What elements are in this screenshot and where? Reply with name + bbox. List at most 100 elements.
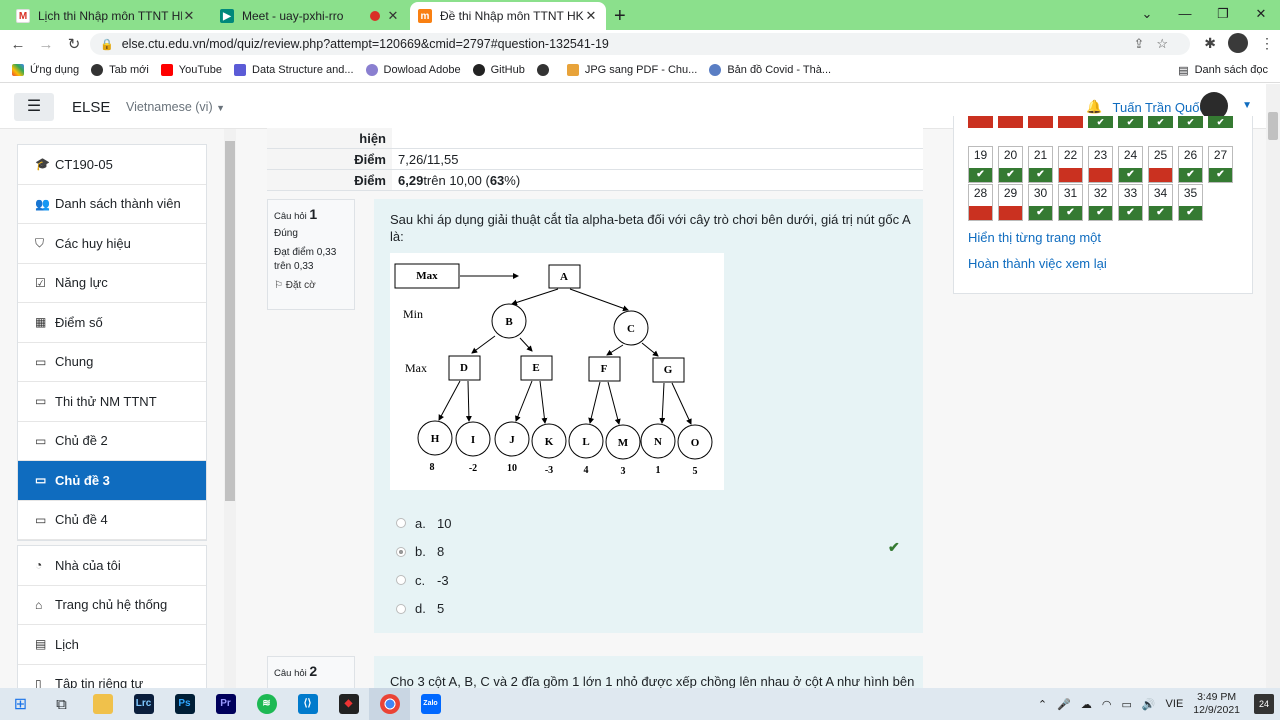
quiz-nav-button[interactable]: 32 ✔ — [1088, 184, 1113, 221]
quiz-nav-button[interactable] — [1028, 116, 1053, 128]
new-tab-button[interactable]: + — [614, 2, 626, 30]
browser-tab-2[interactable]: ▶ Meet - uay-pxhi-rro ✕ — [212, 2, 408, 30]
browser-tab-3[interactable]: m Đề thi Nhập môn TTNT HKI năm ✕ — [410, 2, 606, 30]
drawer-item[interactable]: ▭ Chủ đề 3 — [18, 461, 206, 501]
drawer-item[interactable]: ▭ Thi thử NM TTNT — [18, 382, 206, 422]
radio-button[interactable] — [396, 546, 406, 557]
drawer-item[interactable]: ▭ Chung — [18, 343, 206, 382]
chrome-button[interactable] — [369, 688, 410, 720]
page-scrollbar[interactable] — [1266, 84, 1280, 688]
url-field[interactable]: 🔒 else.ctu.edu.vn/mod/quiz/review.php?at… — [90, 33, 1190, 55]
close-window-button[interactable]: ✕ — [1242, 0, 1280, 28]
quiz-nav-button[interactable]: ✔ — [1148, 116, 1173, 128]
quiz-nav-button[interactable]: 27 ✔ — [1208, 146, 1233, 183]
user-menu[interactable]: 🔔 Tuấn Trần Quốc — [1086, 99, 1206, 115]
answer-option[interactable]: a. 10 — [396, 509, 451, 538]
garena-button[interactable]: ◆ — [328, 688, 369, 720]
bookmark-item[interactable]: Tab mới — [91, 64, 149, 76]
caret-down-icon[interactable]: ▼ — [1242, 100, 1252, 111]
drawer-item[interactable]: ▯ Tập tin riêng tư — [18, 665, 206, 688]
drawer-item[interactable]: ▭ Chủ đề 2 — [18, 422, 206, 461]
bookmark-item[interactable]: GitHub — [472, 64, 525, 76]
show-one-page-link[interactable]: Hiển thị từng trang một — [968, 230, 1101, 245]
radio-button[interactable] — [396, 518, 406, 529]
quiz-nav-button[interactable]: 34 ✔ — [1148, 184, 1173, 221]
quiz-nav-button[interactable]: ✔ — [1088, 116, 1113, 128]
drawer-item[interactable]: 👥 Danh sách thành viên — [18, 185, 206, 224]
bell-icon[interactable]: 🔔 — [1086, 99, 1102, 115]
radio-button[interactable] — [396, 603, 406, 614]
quiz-nav-button[interactable]: 23 — [1088, 146, 1113, 183]
quiz-nav-button[interactable] — [1058, 116, 1083, 128]
close-icon[interactable]: ✕ — [386, 8, 400, 24]
bookmark-item[interactable]: JPG sang PDF - Chu... — [566, 64, 697, 76]
task-view-button[interactable]: ⧉ — [41, 688, 82, 720]
quiz-nav-button[interactable] — [998, 116, 1023, 128]
bookmark-item[interactable]: Data Structure and... — [234, 64, 354, 76]
battery-icon[interactable]: ▭ — [1121, 698, 1131, 711]
quiz-nav-button[interactable]: 19 ✔ — [968, 146, 993, 183]
quiz-nav-button[interactable]: 30 ✔ — [1028, 184, 1053, 221]
drawer-item[interactable]: ▦ Điểm số — [18, 303, 206, 343]
quiz-nav-button[interactable]: 35 ✔ — [1178, 184, 1203, 221]
drawer-item[interactable]: ⛉ Các huy hiệu — [18, 224, 206, 264]
puzzle-icon[interactable]: ✱ — [1204, 35, 1216, 52]
quiz-nav-button[interactable]: 28 — [968, 184, 993, 221]
quiz-nav-button[interactable]: 33 ✔ — [1118, 184, 1143, 221]
vscode-button[interactable]: ⟨⟩ — [287, 688, 328, 720]
photoshop-button[interactable]: Ps — [164, 688, 205, 720]
bookmark-item[interactable]: YouTube — [160, 64, 222, 76]
bookmark-item[interactable] — [536, 64, 555, 76]
restore-button[interactable]: ❐ — [1204, 0, 1242, 28]
language-menu[interactable]: Vietnamese (vi) ▼ — [126, 100, 225, 114]
network-icon[interactable]: ◠ — [1102, 698, 1112, 711]
bookmark-apps[interactable]: Ứng dụng — [12, 64, 79, 76]
chevron-up-icon[interactable]: ⌃ — [1038, 698, 1047, 711]
site-brand[interactable]: ELSE — [72, 99, 110, 116]
file-explorer-button[interactable] — [82, 688, 123, 720]
back-button[interactable]: ← — [4, 36, 32, 53]
notification-center-button[interactable]: 24 — [1254, 694, 1274, 714]
spotify-button[interactable]: ≋ — [246, 688, 287, 720]
drawer-toggle-button[interactable]: ☰ — [14, 93, 54, 121]
flag-question-button[interactable]: ⚐ Đặt cờ — [274, 279, 348, 293]
zalo-button[interactable]: Zalo — [410, 688, 451, 720]
share-star-icons[interactable]: ⇪☆ — [1133, 36, 1180, 52]
reading-list[interactable]: ▤ Danh sách đọc — [1178, 64, 1268, 77]
minimize-button[interactable]: — — [1166, 0, 1204, 28]
lightroom-button[interactable]: Lrc — [123, 688, 164, 720]
clock[interactable]: 3:49 PM 12/9/2021 — [1193, 691, 1240, 717]
quiz-nav-button[interactable]: ✔ — [1178, 116, 1203, 128]
quiz-nav-button[interactable]: 20 ✔ — [998, 146, 1023, 183]
quiz-nav-button[interactable]: ✔ — [1208, 116, 1233, 128]
volume-icon[interactable]: 🔊 — [1142, 698, 1156, 711]
drawer-item[interactable]: ☑ Năng lực — [18, 264, 206, 303]
forward-button[interactable]: → — [32, 36, 60, 53]
quiz-nav-button[interactable]: 21 ✔ — [1028, 146, 1053, 183]
bookmark-item[interactable]: Bản đồ Covid - Thà... — [709, 64, 831, 76]
premiere-button[interactable]: Pr — [205, 688, 246, 720]
drawer-item[interactable]: 🎓 CT190-05 — [18, 145, 206, 185]
answer-option[interactable]: d. 5 — [396, 595, 451, 624]
answer-option[interactable]: b. 8 — [396, 538, 451, 567]
reload-button[interactable]: ↻ — [60, 35, 88, 53]
quiz-nav-button[interactable]: 24 ✔ — [1118, 146, 1143, 183]
quiz-nav-button[interactable]: 25 — [1148, 146, 1173, 183]
finish-review-link[interactable]: Hoàn thành việc xem lại — [968, 256, 1107, 271]
drawer-item[interactable]: ▤ Lịch — [18, 625, 206, 665]
quiz-nav-button[interactable] — [968, 116, 993, 128]
profile-avatar[interactable] — [1228, 33, 1248, 53]
quiz-nav-button[interactable]: 29 — [998, 184, 1023, 221]
quiz-nav-button[interactable]: 22 — [1058, 146, 1083, 183]
browser-tab-1[interactable]: M Lịch thi Nhập môn TTNT HK1 202 ✕ — [8, 2, 204, 30]
quiz-nav-button[interactable]: 31 ✔ — [1058, 184, 1083, 221]
bookmark-item[interactable]: Dowload Adobe — [365, 64, 461, 76]
drawer-item[interactable]: ◔ Nhà của tôi — [18, 546, 206, 586]
radio-button[interactable] — [396, 575, 406, 586]
quiz-nav-button[interactable]: 26 ✔ — [1178, 146, 1203, 183]
drawer-item[interactable]: ⌂ Trang chủ hệ thống — [18, 586, 206, 625]
menu-icon[interactable]: ⋮ — [1260, 35, 1274, 52]
drawer-scrollbar[interactable] — [224, 129, 236, 688]
microphone-icon[interactable]: 🎤 — [1057, 698, 1071, 711]
cloud-icon[interactable]: ☁ — [1081, 698, 1092, 711]
